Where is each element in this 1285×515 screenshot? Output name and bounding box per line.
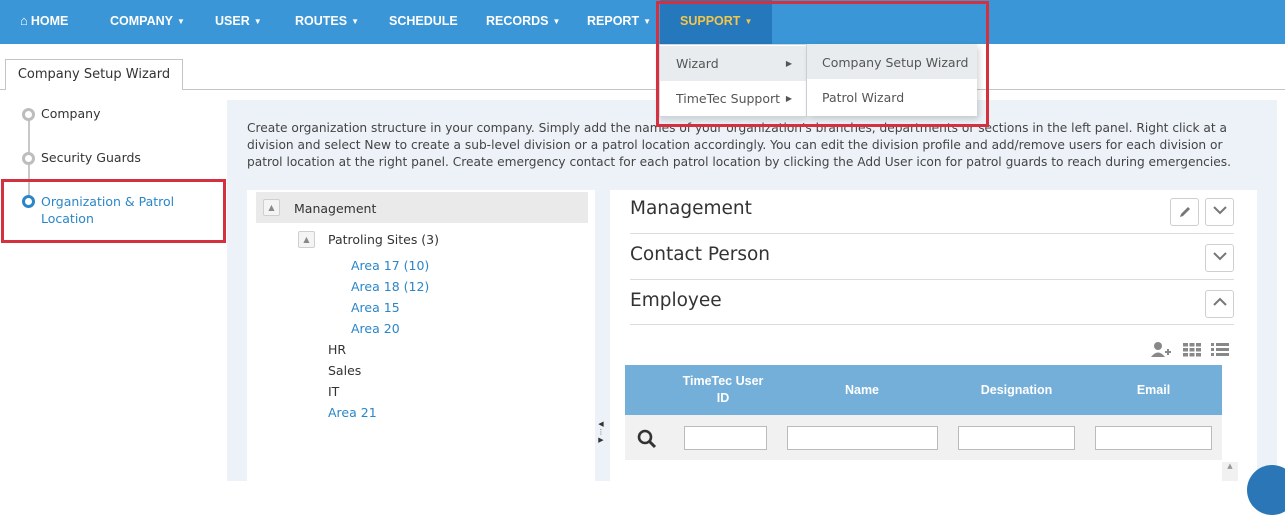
filter-designation-input[interactable] bbox=[958, 426, 1075, 450]
tree-node-management[interactable]: Management bbox=[294, 201, 376, 216]
nav-schedule-label: SCHEDULE bbox=[389, 14, 458, 28]
tree-node-sales[interactable]: Sales bbox=[328, 363, 361, 378]
home-icon: ⌂ bbox=[20, 13, 28, 28]
step-circle-active-icon bbox=[22, 195, 35, 208]
submenu-item-company-setup-wizard[interactable]: Company Setup Wizard bbox=[807, 44, 977, 79]
menu-item-label: Wizard bbox=[676, 56, 719, 71]
caret-right-icon: ▶ bbox=[785, 59, 792, 68]
caret-right-icon: ▶ bbox=[785, 94, 792, 103]
step-label: Organization & Patrol Location bbox=[41, 194, 175, 226]
step-circle-icon bbox=[22, 108, 35, 121]
section-title-employee: Employee bbox=[630, 290, 722, 311]
caret-down-icon: ▼ bbox=[643, 17, 652, 26]
nav-company[interactable]: COMPANY ▼ bbox=[110, 0, 185, 44]
help-chat-icon[interactable] bbox=[1247, 465, 1285, 515]
nav-support[interactable]: SUPPORT ▼ bbox=[660, 0, 773, 44]
expand-management-button[interactable] bbox=[1205, 198, 1234, 226]
employee-table-header: TimeTec User ID Name Designation Email bbox=[625, 365, 1222, 415]
support-dropdown-menu: Wizard ▶ TimeTec Support ▶ bbox=[659, 44, 807, 117]
step-label: Company bbox=[41, 106, 101, 121]
nav-routes[interactable]: ROUTES ▼ bbox=[295, 0, 359, 44]
nav-routes-label: ROUTES bbox=[295, 14, 348, 28]
chevron-up-icon bbox=[1212, 297, 1227, 306]
tab-label: Company Setup Wizard bbox=[17, 67, 171, 82]
nav-report[interactable]: REPORT ▼ bbox=[587, 0, 651, 44]
nav-user-label: USER bbox=[215, 14, 250, 28]
collapse-toggle-icon[interactable]: ▲ bbox=[298, 231, 315, 248]
filter-user-id-input[interactable] bbox=[684, 426, 767, 450]
section-divider bbox=[630, 279, 1234, 280]
chevron-down-icon bbox=[1212, 252, 1227, 261]
nav-home-label: HOME bbox=[30, 14, 69, 28]
section-title-contact-person: Contact Person bbox=[630, 244, 771, 265]
nav-support-label: SUPPORT bbox=[680, 14, 741, 28]
top-navigation-bar: ⌂ HOME COMPANY ▼ USER ▼ ROUTES ▼ SCHEDULE RE… bbox=[0, 0, 1285, 44]
step-circle-icon bbox=[22, 152, 35, 165]
search-icon[interactable] bbox=[637, 429, 657, 449]
nav-records[interactable]: RECORDS ▼ bbox=[486, 0, 560, 44]
caret-down-icon: ▼ bbox=[744, 17, 753, 26]
tree-node-it[interactable]: IT bbox=[328, 384, 339, 399]
filter-name-input[interactable] bbox=[787, 426, 938, 450]
nav-report-label: REPORT bbox=[587, 14, 640, 28]
column-header-designation[interactable]: Designation bbox=[958, 365, 1075, 415]
section-title-management: Management bbox=[630, 198, 752, 219]
instructions-text: Create organization structure in your co… bbox=[247, 121, 1231, 169]
tree-node-area[interactable]: Area 17 (10) bbox=[351, 258, 429, 273]
tree-node-area-21[interactable]: Area 21 bbox=[328, 405, 377, 420]
nav-schedule[interactable]: SCHEDULE bbox=[389, 0, 458, 44]
nav-company-label: COMPANY bbox=[110, 14, 173, 28]
submenu-item-label: Company Setup Wizard bbox=[822, 55, 969, 70]
menu-item-label: TimeTec Support bbox=[676, 91, 781, 106]
add-user-icon[interactable] bbox=[1151, 341, 1171, 358]
collapse-toggle-icon[interactable]: ▲ bbox=[263, 199, 280, 216]
section-divider bbox=[630, 324, 1234, 325]
grid-view-icon[interactable] bbox=[1182, 341, 1202, 358]
tree-node-patroling-sites[interactable]: Patroling Sites (3) bbox=[328, 232, 439, 247]
nav-user[interactable]: USER ▼ bbox=[215, 0, 262, 44]
caret-down-icon: ▼ bbox=[253, 17, 262, 26]
collapse-employee-button[interactable] bbox=[1205, 290, 1234, 318]
column-header-name[interactable]: Name bbox=[787, 365, 937, 415]
scrollbar-up-arrow[interactable]: ▲ bbox=[1222, 462, 1238, 481]
tree-node-area[interactable]: Area 20 bbox=[351, 321, 400, 336]
edit-button[interactable] bbox=[1170, 198, 1199, 226]
menu-item-wizard[interactable]: Wizard ▶ bbox=[660, 46, 806, 81]
tree-node-area[interactable]: Area 15 bbox=[351, 300, 400, 315]
filter-email-input[interactable] bbox=[1095, 426, 1212, 450]
column-header-user-id[interactable]: TimeTec User ID bbox=[679, 365, 767, 415]
submenu-item-label: Patrol Wizard bbox=[822, 90, 905, 105]
tree-node-area[interactable]: Area 18 (12) bbox=[351, 279, 429, 294]
expand-contact-person-button[interactable] bbox=[1205, 244, 1234, 272]
tab-divider bbox=[0, 89, 1285, 90]
chevron-down-icon bbox=[1212, 206, 1227, 215]
pencil-icon bbox=[1179, 207, 1190, 217]
caret-down-icon: ▼ bbox=[552, 17, 561, 26]
tree-node-hr[interactable]: HR bbox=[328, 342, 346, 357]
menu-item-timetec-support[interactable]: TimeTec Support ▶ bbox=[660, 81, 806, 116]
nav-records-label: RECORDS bbox=[486, 14, 549, 28]
step-label: Security Guards bbox=[41, 150, 141, 165]
column-header-email[interactable]: Email bbox=[1095, 365, 1212, 415]
wizard-submenu: Company Setup Wizard Patrol Wizard bbox=[807, 44, 977, 116]
section-divider bbox=[630, 233, 1234, 234]
tab-company-setup-wizard[interactable]: Company Setup Wizard bbox=[5, 59, 183, 90]
nav-home[interactable]: ⌂ HOME bbox=[20, 0, 68, 44]
list-view-icon[interactable] bbox=[1210, 341, 1230, 358]
caret-down-icon: ▼ bbox=[351, 17, 360, 26]
caret-down-icon: ▼ bbox=[176, 17, 185, 26]
submenu-item-patrol-wizard[interactable]: Patrol Wizard bbox=[807, 79, 977, 114]
panel-splitter[interactable]: ◀ ⋮ ▶ bbox=[597, 420, 605, 470]
